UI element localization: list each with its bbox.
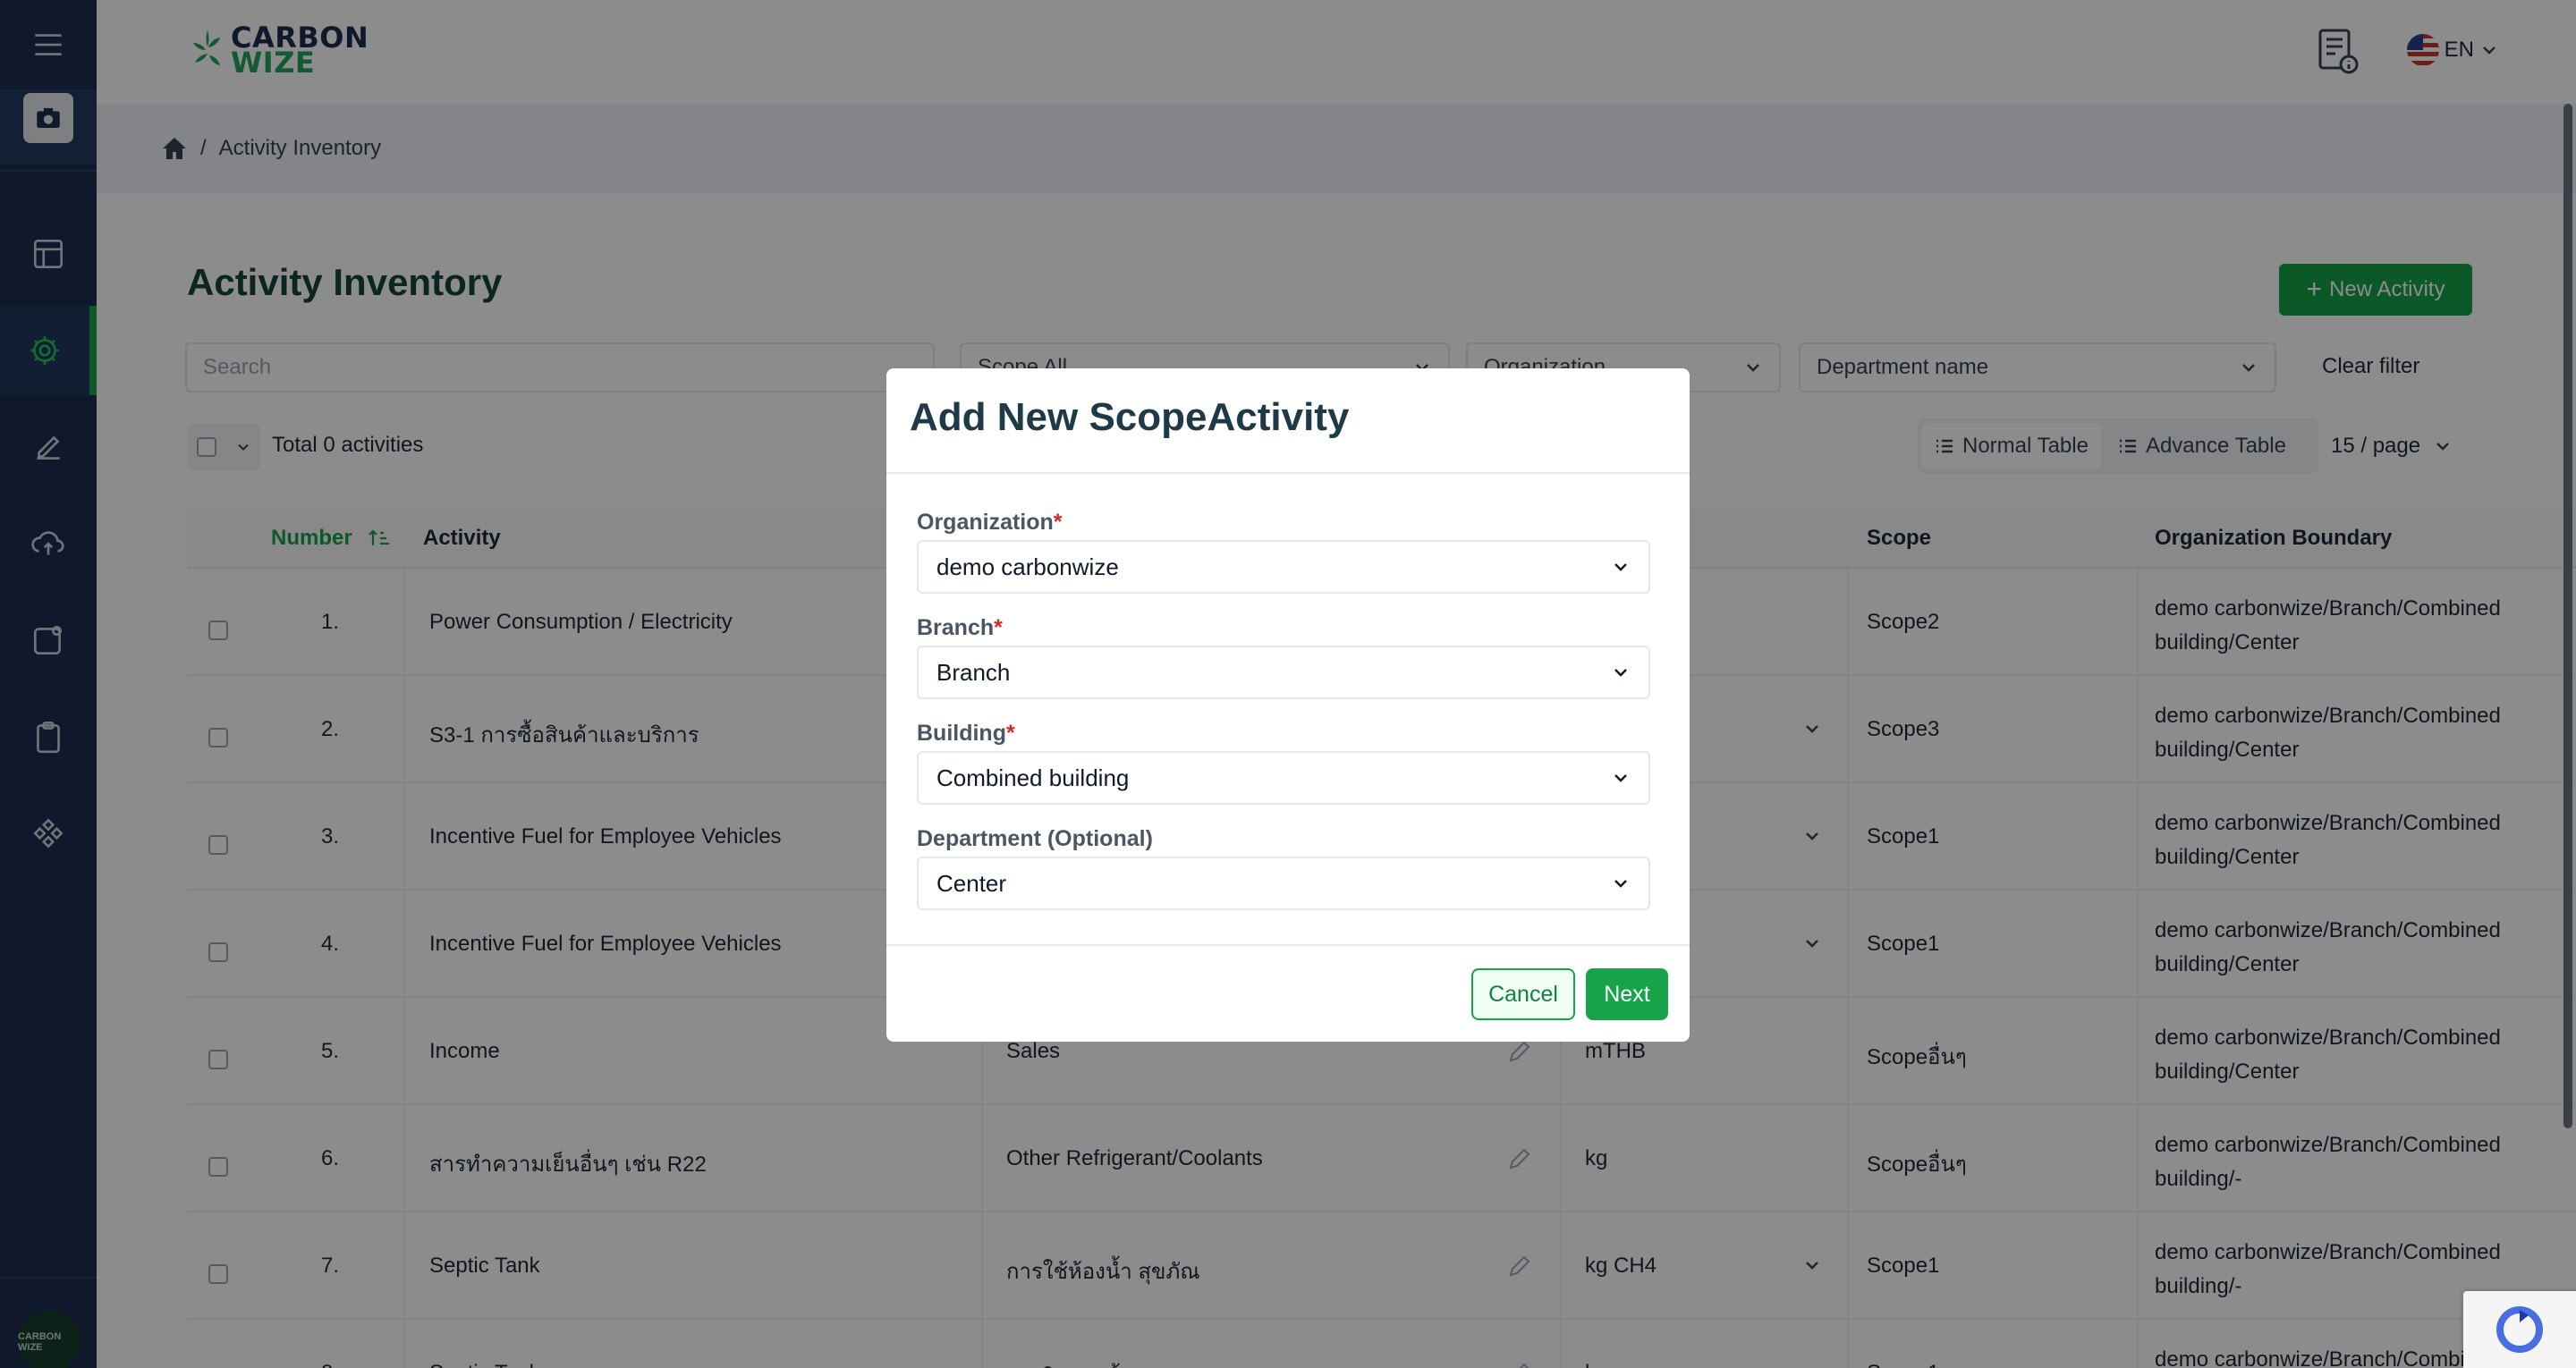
department-value: Center [936, 869, 1007, 897]
recaptcha-icon [2496, 1306, 2543, 1353]
building-label: Building* [917, 721, 1015, 747]
required-mark: * [994, 615, 1003, 640]
building-label-text: Building [917, 721, 1006, 746]
chevron-down-icon [1614, 880, 1627, 888]
branch-value: Branch [936, 658, 1011, 686]
department-label: Department (Optional) [917, 826, 1153, 851]
chevron-down-icon [1614, 669, 1627, 677]
add-scope-activity-modal: Add New ScopeActivity Organization* demo… [886, 368, 1690, 1042]
branch-select[interactable]: Branch [917, 646, 1650, 699]
organization-value: demo carbonwize [936, 553, 1119, 580]
organization-label-text: Organization [917, 510, 1054, 535]
branch-label-text: Branch [917, 615, 995, 640]
department-select[interactable]: Center [917, 857, 1650, 910]
chevron-down-icon [1614, 774, 1627, 782]
required-mark: * [1005, 721, 1015, 746]
modal-footer-divider [886, 944, 1690, 946]
cancel-button[interactable]: Cancel [1471, 968, 1575, 1020]
organization-select[interactable]: demo carbonwize [917, 540, 1650, 594]
organization-label: Organization* [917, 510, 1063, 536]
chevron-down-icon [1614, 563, 1627, 571]
building-value: Combined building [936, 764, 1130, 791]
branch-label: Branch* [917, 615, 1003, 641]
next-button[interactable]: Next [1586, 968, 1668, 1020]
required-mark: * [1053, 510, 1063, 535]
modal-title: Add New ScopeActivity [910, 395, 1350, 439]
modal-header-divider [886, 472, 1690, 474]
building-select[interactable]: Combined building [917, 751, 1650, 805]
recaptcha-badge[interactable] [2463, 1291, 2576, 1368]
